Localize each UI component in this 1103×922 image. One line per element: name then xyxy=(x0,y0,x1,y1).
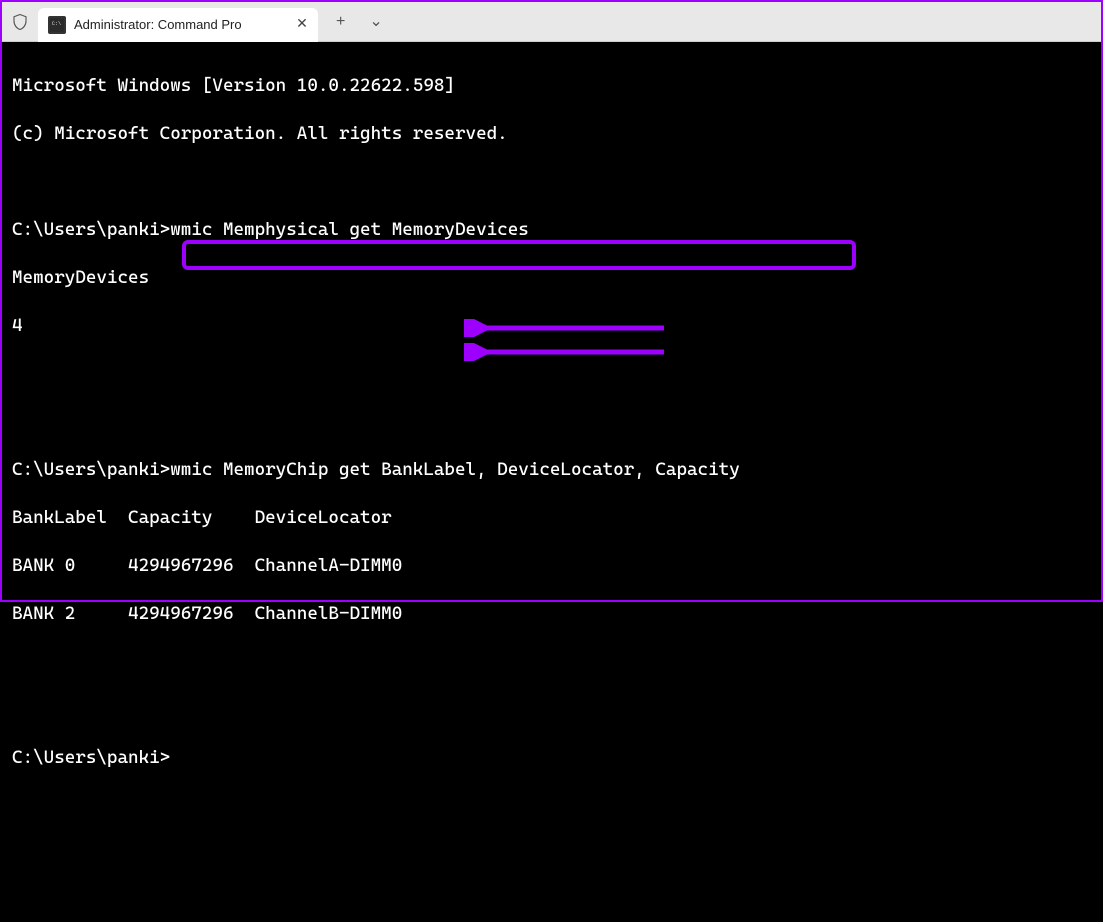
svg-text:C:\: C:\ xyxy=(52,21,61,27)
table-row: BANK 2 4294967296 ChannelB-DIMM0 xyxy=(12,602,1091,626)
table-header: BankLabel Capacity DeviceLocator xyxy=(12,506,1091,530)
titlebar: C:\ Administrator: Command Pro ✕ + ⌄ xyxy=(2,2,1101,42)
annotation-arrow-icon xyxy=(443,295,643,313)
tab-dropdown-button[interactable]: ⌄ xyxy=(369,14,382,30)
close-icon[interactable]: ✕ xyxy=(294,17,310,33)
output-value-1: 4 xyxy=(12,314,1091,338)
copyright-line: (c) Microsoft Corporation. All rights re… xyxy=(12,122,1091,146)
version-line: Microsoft Windows [Version 10.0.22622.59… xyxy=(12,74,1091,98)
command-line-1: C:\Users\panki>wmic Memphysical get Memo… xyxy=(12,218,1091,242)
output-header-1: MemoryDevices xyxy=(12,266,1091,290)
tab-actions: + ⌄ xyxy=(336,14,383,30)
tab-title: Administrator: Command Pro xyxy=(74,17,294,32)
prompt-line: C:\Users\panki> xyxy=(12,746,1091,770)
terminal-content[interactable]: Microsoft Windows [Version 10.0.22622.59… xyxy=(2,42,1101,922)
cmd-icon: C:\ xyxy=(48,16,66,34)
window-tab[interactable]: C:\ Administrator: Command Pro ✕ xyxy=(38,8,318,42)
command-line-2: C:\Users\panki>wmic MemoryChip get BankL… xyxy=(12,458,1091,482)
table-row: BANK 0 4294967296 ChannelA-DIMM0 xyxy=(12,554,1091,578)
new-tab-button[interactable]: + xyxy=(336,14,345,30)
shield-icon xyxy=(10,12,30,32)
